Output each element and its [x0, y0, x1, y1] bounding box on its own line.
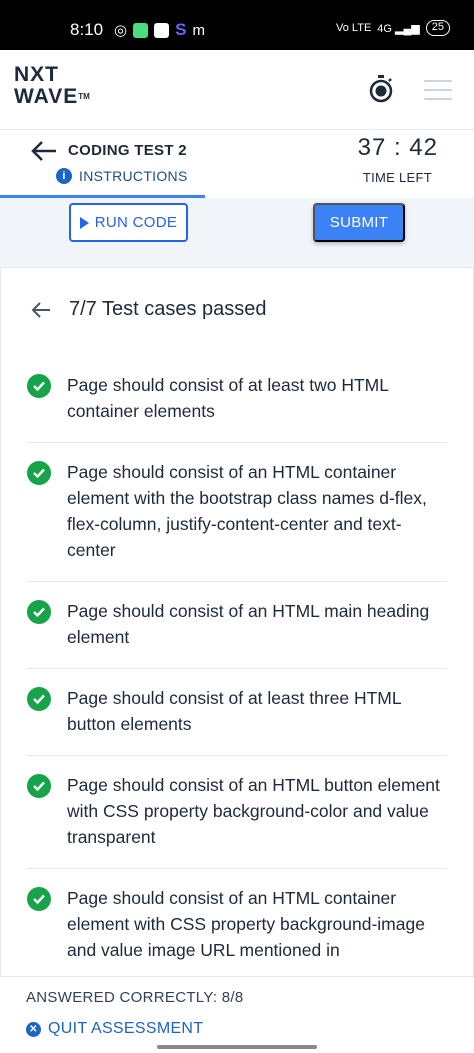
test-results-panel: 7/7 Test cases passed Page should consis…: [0, 268, 474, 976]
home-indicator[interactable]: [157, 1045, 317, 1049]
test-case-text: Page should consist of an HTML main head…: [67, 601, 430, 647]
quit-assessment-button[interactable]: ✕ QUIT ASSESSMENT: [26, 1020, 203, 1038]
test-case-text: Page should consist of an HTML container…: [67, 462, 427, 560]
m-app-icon: m: [192, 21, 205, 39]
check-circle-icon: [27, 461, 51, 485]
test-case-item: Page should consist of an HTML container…: [27, 869, 447, 976]
test-case-item: Page should consist of an HTML button el…: [27, 756, 447, 869]
test-title: CODING TEST 2: [68, 142, 187, 159]
check-circle-icon: [27, 600, 51, 624]
quit-assessment-label: QUIT ASSESSMENT: [48, 1020, 204, 1037]
volte-indicator: Vo LTE: [336, 22, 372, 34]
test-case-text: Page should consist of at least two HTML…: [67, 375, 389, 421]
check-circle-icon: [27, 887, 51, 911]
submit-button[interactable]: SUBMIT: [313, 203, 405, 242]
whatsapp-icon: ◎: [114, 22, 128, 39]
run-code-button[interactable]: RUN CODE: [69, 203, 188, 242]
close-circle-icon: ✕: [26, 1021, 41, 1037]
time-left-value: 37 : 42: [357, 134, 438, 161]
test-case-list: Page should consist of at least two HTML…: [27, 360, 447, 976]
logo-tm: TM: [78, 92, 90, 101]
check-circle-icon: [27, 374, 51, 398]
notification-icons: ◎ S m: [114, 20, 205, 40]
test-case-item: Page should consist of an HTML main head…: [27, 582, 447, 669]
test-case-text: Page should consist of at least three HT…: [67, 688, 401, 734]
check-circle-icon: [27, 774, 51, 798]
instructions-tab[interactable]: i INSTRUCTIONS: [56, 168, 188, 184]
logo-line1: NXT: [14, 63, 59, 86]
system-icons: Vo LTE 4G ▂▄▆ 25: [336, 20, 450, 36]
results-heading: 7/7 Test cases passed: [69, 298, 267, 320]
gallery-notification-icon: [154, 22, 170, 38]
s-app-icon: S: [175, 20, 187, 39]
battery-icon: 25: [425, 20, 450, 36]
test-case-item: Page should consist of at least two HTML…: [27, 360, 447, 443]
results-header: 7/7 Test cases passed: [31, 298, 267, 321]
nxtwave-logo[interactable]: NXT WAVETM: [14, 64, 90, 108]
app-header: NXT WAVETM: [0, 50, 474, 130]
check-circle-icon: [27, 687, 51, 711]
instructions-label: INSTRUCTIONS: [79, 168, 188, 184]
info-icon: i: [56, 168, 72, 184]
assessment-footer: [0, 976, 474, 1053]
time-left-label: TIME LEFT: [362, 170, 432, 185]
status-bar: 8:10 ◎ S m Vo LTE 4G ▂▄▆ 25: [0, 0, 474, 50]
back-arrow-icon[interactable]: [30, 139, 58, 163]
signal-icon: 4G ▂▄▆: [377, 22, 420, 35]
play-icon: [79, 216, 89, 229]
app-notification-icon: [133, 22, 149, 38]
status-time: 8:10: [70, 20, 104, 39]
back-arrow-icon[interactable]: [31, 301, 51, 319]
test-case-text: Page should consist of an HTML container…: [67, 888, 425, 960]
test-case-item: Page should consist of at least three HT…: [27, 669, 447, 756]
test-case-item: Page should consist of an HTML container…: [27, 443, 447, 582]
hamburger-menu-icon[interactable]: [424, 80, 452, 100]
stopwatch-icon[interactable]: [368, 74, 394, 104]
run-code-label: RUN CODE: [94, 214, 178, 231]
test-case-text: Page should consist of an HTML button el…: [67, 775, 440, 847]
answered-correctly-count: ANSWERED CORRECTLY: 8/8: [26, 989, 244, 1006]
logo-line2: WAVE: [14, 85, 79, 108]
